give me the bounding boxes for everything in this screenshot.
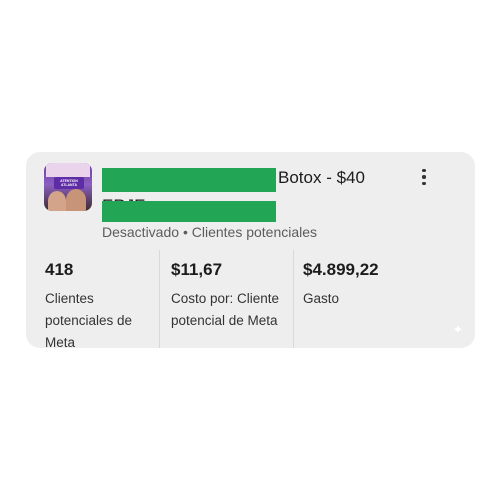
metric-results: 418 Clientes potenciales de Meta [26, 250, 159, 348]
metric-spend: $4.899,22 Gasto [293, 250, 475, 348]
metric-value: $11,67 [171, 260, 223, 279]
separator-dot: • [182, 224, 188, 240]
metric-value: $4.899,22 [303, 260, 379, 279]
ad-thumbnail: ATENTION ATLANTA [44, 163, 92, 211]
campaign-title-text: Botox - $40 [278, 168, 365, 187]
campaign-card[interactable]: ATENTION ATLANTA Botox - $40 ERJE Desact… [26, 152, 475, 348]
campaign-subtitle: Desactivado • Clientes potenciales [102, 224, 317, 240]
campaign-title[interactable]: Botox - $40 ERJE [102, 166, 402, 222]
metrics-row: 418 Clientes potenciales de Meta $11,67 … [26, 250, 475, 348]
more-options-button[interactable] [414, 164, 434, 190]
sparkle-icon: ✦ [452, 322, 464, 337]
more-vertical-icon [422, 168, 426, 173]
result-type-label: Clientes potenciales [191, 224, 318, 240]
redaction-bar [102, 168, 276, 192]
thumbnail-caption: ATENTION ATLANTA [54, 177, 84, 189]
metric-cost-per-result: $11,67 Costo por: Cliente potencial de M… [159, 250, 293, 348]
status-label: Desactivado [102, 224, 180, 240]
metric-label: Gasto [303, 291, 340, 306]
metric-label: Clientes potenciales de Meta [45, 291, 133, 348]
metric-value: 418 [45, 260, 74, 279]
redaction-bar [102, 201, 276, 222]
metric-label: Costo por: Cliente potencial de Meta [171, 291, 280, 328]
